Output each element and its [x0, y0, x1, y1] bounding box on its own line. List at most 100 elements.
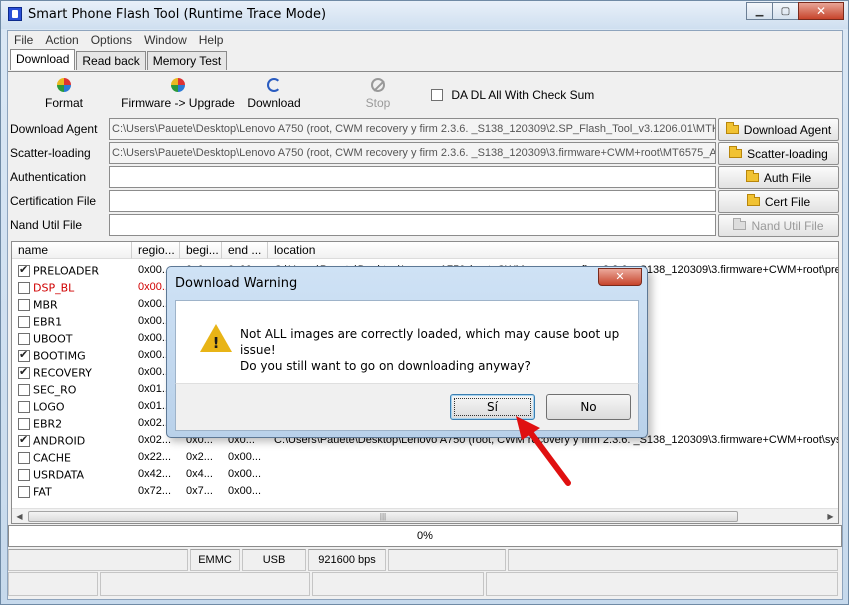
partition-checkbox[interactable] [18, 365, 30, 379]
partition-name-cell: RECOVERY [18, 365, 92, 379]
partition-name: EBR2 [33, 417, 63, 431]
partition-checkbox[interactable] [18, 417, 30, 430]
nand-util-label: Nand Util File [10, 214, 108, 237]
column-name[interactable]: name [12, 242, 132, 259]
tab-memory-test[interactable]: Memory Test [146, 51, 228, 70]
nand-util-path[interactable] [109, 214, 716, 236]
partition-name-cell: DSP_BL [18, 280, 74, 294]
status-bar-lower [8, 572, 842, 596]
column-region[interactable]: regio... [132, 242, 180, 259]
partition-checkbox[interactable] [18, 281, 30, 294]
da-checksum-checkbox[interactable] [431, 88, 443, 101]
partition-name: USRDATA [33, 468, 85, 482]
folder-icon [725, 122, 739, 134]
format-button[interactable]: Format [32, 78, 96, 110]
partition-name-cell: USRDATA [18, 467, 84, 481]
partition-name-cell: CACHE [18, 450, 71, 464]
scroll-right-icon[interactable]: ▶ [823, 509, 838, 523]
auth-file-label: Authentication File [10, 166, 108, 207]
download-icon [267, 78, 281, 92]
tab-panel-border [8, 71, 842, 72]
menu-file[interactable]: File [8, 31, 39, 49]
column-begin[interactable]: begi... [180, 242, 222, 259]
stop-button[interactable]: Stop [358, 78, 398, 110]
cert-file-path[interactable] [109, 190, 716, 212]
stop-icon [371, 78, 385, 92]
download-label: Download [247, 96, 301, 110]
partition-checkbox[interactable] [18, 433, 30, 447]
yes-button[interactable]: Sí [450, 394, 535, 420]
download-agent-row: Download Agent C:\Users\Pauete\Desktop\L… [8, 118, 842, 142]
status-lower-cell-3 [312, 572, 484, 596]
firmware-upgrade-icon [171, 78, 185, 92]
table-row[interactable]: USRDATA 0x42... 0x4... 0x00... [12, 466, 838, 483]
cert-file-label: Certification File [10, 190, 108, 213]
download-agent-button-label: Download Agent [743, 122, 832, 137]
partition-checkbox[interactable] [18, 468, 30, 481]
partition-checkbox[interactable] [18, 315, 30, 328]
partition-checkbox[interactable] [18, 298, 30, 311]
maximize-button[interactable]: ▢ [772, 2, 799, 20]
minimize-button[interactable]: ▁ [746, 2, 773, 20]
partition-checkbox[interactable] [18, 485, 30, 498]
tab-strip: Download Read back Memory Test [10, 49, 228, 72]
partition-checkbox[interactable] [18, 383, 30, 396]
dialog-title: Download Warning [175, 276, 298, 291]
auth-file-button-label: Auth File [763, 170, 812, 185]
partition-checkbox[interactable] [18, 332, 30, 345]
partition-name: FAT [33, 485, 52, 499]
title-bar[interactable]: Smart Phone Flash Tool (Runtime Trace Mo… [1, 1, 848, 29]
dialog-close-button[interactable]: ✕ [598, 268, 642, 286]
window-title: Smart Phone Flash Tool (Runtime Trace Mo… [28, 7, 327, 22]
column-location[interactable]: location [268, 242, 838, 259]
scroll-left-icon[interactable]: ◀ [12, 509, 27, 523]
status-lower-cell-2 [100, 572, 310, 596]
cert-file-button[interactable]: Cert File [718, 190, 839, 213]
partition-name-cell: FAT [18, 484, 52, 498]
scatter-loading-row: Scatter-loading File C:\Users\Pauete\Des… [8, 142, 842, 183]
partition-checkbox[interactable] [18, 263, 30, 277]
column-end[interactable]: end ... [222, 242, 268, 259]
auth-file-path[interactable] [109, 166, 716, 188]
scatter-loading-path[interactable]: C:\Users\Pauete\Desktop\Lenovo A750 (roo… [109, 142, 716, 164]
no-button[interactable]: No [546, 394, 631, 420]
download-warning-dialog: Download Warning ✕ ! Not ALL images are … [166, 266, 648, 438]
partition-name-cell: UBOOT [18, 331, 72, 345]
partition-checkbox[interactable] [18, 400, 30, 413]
folder-icon [729, 146, 743, 158]
menu-action[interactable]: Action [39, 31, 84, 49]
horizontal-scrollbar[interactable]: ◀ ||| ▶ [12, 508, 838, 523]
partition-region: 0x22... [138, 451, 172, 463]
partition-name: PRELOADER [33, 264, 100, 278]
table-row[interactable]: CACHE 0x22... 0x2... 0x00... [12, 449, 838, 466]
scatter-loading-button[interactable]: Scatter-loading [718, 142, 839, 165]
status-cell-empty-1 [8, 549, 188, 571]
partition-checkbox[interactable] [18, 451, 30, 464]
menu-window[interactable]: Window [138, 31, 193, 49]
menu-help[interactable]: Help [193, 31, 230, 49]
tab-read-back[interactable]: Read back [76, 51, 146, 70]
da-checksum-option[interactable]: DA DL All With Check Sum [431, 87, 594, 102]
nand-util-button-label: Nand Util File [751, 218, 824, 233]
firmware-upgrade-button[interactable]: Firmware -> Upgrade [116, 78, 240, 110]
scroll-thumb[interactable]: ||| [28, 511, 738, 522]
auth-file-button[interactable]: Auth File [718, 166, 839, 189]
format-icon [57, 78, 71, 92]
download-agent-button[interactable]: Download Agent [718, 118, 839, 141]
partition-checkbox[interactable] [18, 348, 30, 362]
folder-icon [746, 194, 760, 206]
nand-util-button[interactable]: Nand Util File [718, 214, 839, 237]
partition-name: RECOVERY [33, 366, 92, 380]
download-button[interactable]: Download [243, 78, 305, 110]
download-agent-path[interactable]: C:\Users\Pauete\Desktop\Lenovo A750 (roo… [109, 118, 716, 140]
tab-download[interactable]: Download [10, 49, 76, 70]
status-bar: EMMC USB 921600 bps [8, 549, 842, 571]
close-button[interactable]: ✕ [798, 2, 844, 20]
app-icon [8, 7, 22, 21]
table-row[interactable]: FAT 0x72... 0x7... 0x00... [12, 483, 838, 500]
partition-region: 0x72... [138, 485, 172, 497]
partition-name: ANDROID [33, 434, 86, 448]
partition-end: 0x00... [228, 485, 262, 497]
menu-options[interactable]: Options [85, 31, 138, 49]
dialog-message-line-1: Not ALL images are correctly loaded, whi… [240, 327, 620, 357]
